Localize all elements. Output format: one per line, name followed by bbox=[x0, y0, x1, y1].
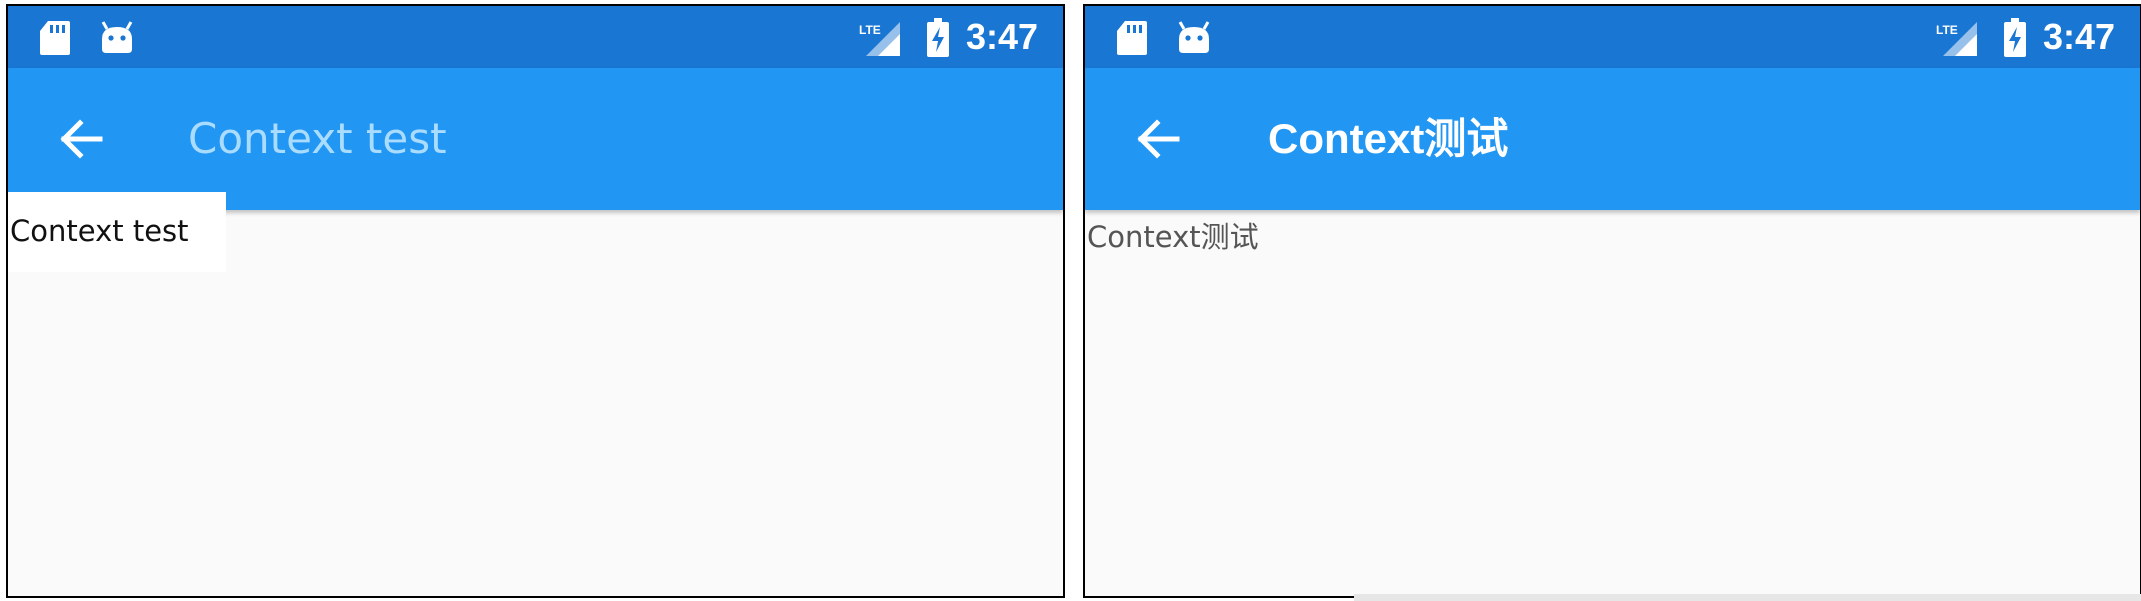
android-icon bbox=[1178, 21, 1210, 53]
phone-screen-left: LTE 3:47 Context test Context test bbox=[6, 4, 1065, 598]
android-icon bbox=[101, 21, 133, 53]
bottom-shadow bbox=[1354, 594, 2141, 601]
phone-screen-right: LTE 3:47 Context测试 Context测试 bbox=[1083, 4, 2141, 598]
battery-charging-icon bbox=[927, 18, 949, 57]
status-time: 3:47 bbox=[966, 16, 1039, 57]
body-text: Context测试 bbox=[1087, 220, 1259, 254]
body-text: Context test bbox=[10, 214, 189, 248]
app-bar: Context test bbox=[8, 68, 1063, 210]
sd-card-icon bbox=[1117, 21, 1147, 55]
app-bar-title: Context测试 bbox=[1268, 115, 1509, 162]
arrow-back-icon[interactable] bbox=[1125, 106, 1191, 172]
sd-card-icon bbox=[40, 21, 70, 55]
battery-charging-icon bbox=[2004, 18, 2026, 57]
svg-text:LTE: LTE bbox=[1936, 23, 1958, 37]
arrow-back-icon[interactable] bbox=[48, 106, 114, 172]
app-bar: Context测试 bbox=[1085, 68, 2140, 210]
status-bar: LTE 3:47 bbox=[1085, 6, 2140, 68]
svg-text:LTE: LTE bbox=[859, 23, 881, 37]
status-bar: LTE 3:47 bbox=[8, 6, 1063, 68]
status-time: 3:47 bbox=[2043, 16, 2116, 57]
lte-signal-icon: LTE bbox=[1936, 22, 1977, 56]
app-bar-title: Context test bbox=[188, 114, 447, 163]
lte-signal-icon: LTE bbox=[859, 22, 900, 56]
